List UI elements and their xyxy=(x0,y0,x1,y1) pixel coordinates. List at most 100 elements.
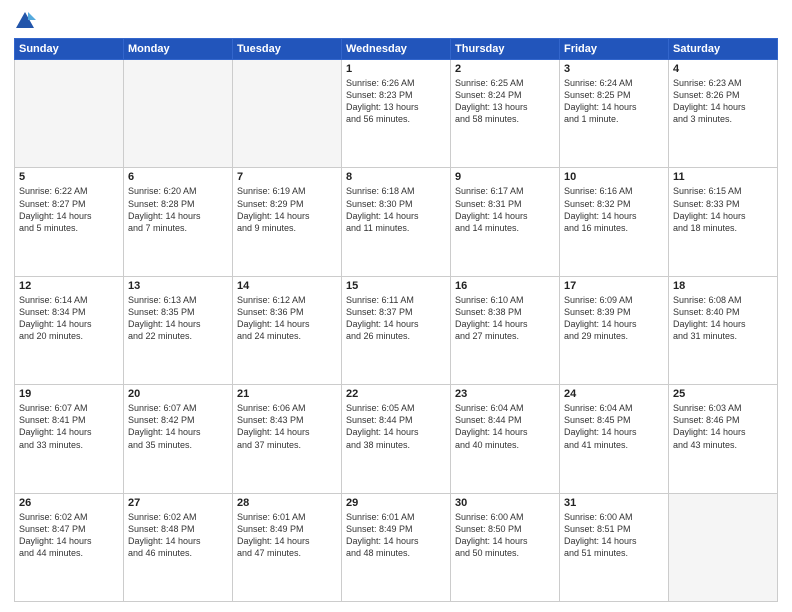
table-row: 14 Sunrise: 6:12 AM Sunset: 8:36 PM Dayli… xyxy=(233,276,342,384)
table-row: 26 Sunrise: 6:02 AM Sunset: 8:47 PM Dayli… xyxy=(15,493,124,601)
day-info: Sunrise: 6:09 AM Sunset: 8:39 PM Dayligh… xyxy=(564,294,664,343)
day-info: Sunrise: 6:07 AM Sunset: 8:42 PM Dayligh… xyxy=(128,402,228,451)
day-number: 21 xyxy=(237,388,337,400)
day-number: 27 xyxy=(128,497,228,509)
day-info: Sunrise: 6:03 AM Sunset: 8:46 PM Dayligh… xyxy=(673,402,773,451)
day-info: Sunrise: 6:11 AM Sunset: 8:37 PM Dayligh… xyxy=(346,294,446,343)
day-info: Sunrise: 6:00 AM Sunset: 8:51 PM Dayligh… xyxy=(564,511,664,560)
header-friday: Friday xyxy=(560,39,669,60)
table-row: 27 Sunrise: 6:02 AM Sunset: 8:48 PM Dayli… xyxy=(124,493,233,601)
day-info: Sunrise: 6:25 AM Sunset: 8:24 PM Dayligh… xyxy=(455,77,555,126)
day-info: Sunrise: 6:06 AM Sunset: 8:43 PM Dayligh… xyxy=(237,402,337,451)
calendar-table: Sunday Monday Tuesday Wednesday Thursday… xyxy=(14,38,778,602)
table-row: 7 Sunrise: 6:19 AM Sunset: 8:29 PM Daylig… xyxy=(233,168,342,276)
day-number: 16 xyxy=(455,280,555,292)
logo-icon xyxy=(14,10,36,32)
day-number: 9 xyxy=(455,171,555,183)
day-info: Sunrise: 6:17 AM Sunset: 8:31 PM Dayligh… xyxy=(455,185,555,234)
day-number: 11 xyxy=(673,171,773,183)
day-number: 4 xyxy=(673,63,773,75)
day-info: Sunrise: 6:13 AM Sunset: 8:35 PM Dayligh… xyxy=(128,294,228,343)
week-row: 1 Sunrise: 6:26 AM Sunset: 8:23 PM Daylig… xyxy=(15,60,778,168)
table-row: 3 Sunrise: 6:24 AM Sunset: 8:25 PM Daylig… xyxy=(560,60,669,168)
day-number: 10 xyxy=(564,171,664,183)
week-row: 26 Sunrise: 6:02 AM Sunset: 8:47 PM Dayli… xyxy=(15,493,778,601)
table-row: 30Sunrise: 6:00 AM Sunset: 8:50 PM Dayli… xyxy=(451,493,560,601)
day-info: Sunrise: 6:04 AM Sunset: 8:44 PM Dayligh… xyxy=(455,402,555,451)
table-row: 2Sunrise: 6:25 AM Sunset: 8:24 PM Daylig… xyxy=(451,60,560,168)
day-info: Sunrise: 6:07 AM Sunset: 8:41 PM Dayligh… xyxy=(19,402,119,451)
day-info: Sunrise: 6:01 AM Sunset: 8:49 PM Dayligh… xyxy=(237,511,337,560)
table-row: 20 Sunrise: 6:07 AM Sunset: 8:42 PM Dayli… xyxy=(124,385,233,493)
table-row: 24 Sunrise: 6:04 AM Sunset: 8:45 PM Dayli… xyxy=(560,385,669,493)
day-number: 20 xyxy=(128,388,228,400)
day-number: 17 xyxy=(564,280,664,292)
table-row: 13Sunrise: 6:13 AM Sunset: 8:35 PM Dayli… xyxy=(124,276,233,384)
day-info: Sunrise: 6:12 AM Sunset: 8:36 PM Dayligh… xyxy=(237,294,337,343)
table-row xyxy=(233,60,342,168)
table-row: 22 Sunrise: 6:05 AM Sunset: 8:44 PM Dayli… xyxy=(342,385,451,493)
table-row: 11 Sunrise: 6:15 AM Sunset: 8:33 PM Dayli… xyxy=(669,168,778,276)
day-info: Sunrise: 6:08 AM Sunset: 8:40 PM Dayligh… xyxy=(673,294,773,343)
day-number: 18 xyxy=(673,280,773,292)
day-info: Sunrise: 6:01 AM Sunset: 8:49 PM Dayligh… xyxy=(346,511,446,560)
table-row: 25 Sunrise: 6:03 AM Sunset: 8:46 PM Dayli… xyxy=(669,385,778,493)
logo xyxy=(14,10,40,32)
header-wednesday: Wednesday xyxy=(342,39,451,60)
table-row: 23 Sunrise: 6:04 AM Sunset: 8:44 PM Dayli… xyxy=(451,385,560,493)
table-row: 18 Sunrise: 6:08 AM Sunset: 8:40 PM Dayli… xyxy=(669,276,778,384)
week-row: 19Sunrise: 6:07 AM Sunset: 8:41 PM Dayli… xyxy=(15,385,778,493)
day-number: 25 xyxy=(673,388,773,400)
day-info: Sunrise: 6:26 AM Sunset: 8:23 PM Dayligh… xyxy=(346,77,446,126)
day-number: 3 xyxy=(564,63,664,75)
header-monday: Monday xyxy=(124,39,233,60)
day-info: Sunrise: 6:10 AM Sunset: 8:38 PM Dayligh… xyxy=(455,294,555,343)
day-number: 31 xyxy=(564,497,664,509)
day-info: Sunrise: 6:04 AM Sunset: 8:45 PM Dayligh… xyxy=(564,402,664,451)
day-info: Sunrise: 6:18 AM Sunset: 8:30 PM Dayligh… xyxy=(346,185,446,234)
table-row: 29Sunrise: 6:01 AM Sunset: 8:49 PM Dayli… xyxy=(342,493,451,601)
day-number: 5 xyxy=(19,171,119,183)
table-row: 5Sunrise: 6:22 AM Sunset: 8:27 PM Daylig… xyxy=(15,168,124,276)
week-row: 12 Sunrise: 6:14 AM Sunset: 8:34 PM Dayli… xyxy=(15,276,778,384)
table-row: 21 Sunrise: 6:06 AM Sunset: 8:43 PM Dayli… xyxy=(233,385,342,493)
day-number: 24 xyxy=(564,388,664,400)
table-row: 28 Sunrise: 6:01 AM Sunset: 8:49 PM Dayli… xyxy=(233,493,342,601)
day-number: 14 xyxy=(237,280,337,292)
day-number: 28 xyxy=(237,497,337,509)
day-info: Sunrise: 6:24 AM Sunset: 8:25 PM Dayligh… xyxy=(564,77,664,126)
day-number: 23 xyxy=(455,388,555,400)
day-info: Sunrise: 6:15 AM Sunset: 8:33 PM Dayligh… xyxy=(673,185,773,234)
day-number: 12 xyxy=(19,280,119,292)
day-info: Sunrise: 6:05 AM Sunset: 8:44 PM Dayligh… xyxy=(346,402,446,451)
day-number: 1 xyxy=(346,63,446,75)
day-info: Sunrise: 6:19 AM Sunset: 8:29 PM Dayligh… xyxy=(237,185,337,234)
day-info: Sunrise: 6:02 AM Sunset: 8:48 PM Dayligh… xyxy=(128,511,228,560)
table-row: 8 Sunrise: 6:18 AM Sunset: 8:30 PM Daylig… xyxy=(342,168,451,276)
day-info: Sunrise: 6:23 AM Sunset: 8:26 PM Dayligh… xyxy=(673,77,773,126)
table-row: 9 Sunrise: 6:17 AM Sunset: 8:31 PM Daylig… xyxy=(451,168,560,276)
header-tuesday: Tuesday xyxy=(233,39,342,60)
day-number: 30 xyxy=(455,497,555,509)
table-row xyxy=(15,60,124,168)
day-number: 15 xyxy=(346,280,446,292)
header-thursday: Thursday xyxy=(451,39,560,60)
table-row: 16 Sunrise: 6:10 AM Sunset: 8:38 PM Dayli… xyxy=(451,276,560,384)
day-info: Sunrise: 6:02 AM Sunset: 8:47 PM Dayligh… xyxy=(19,511,119,560)
day-number: 26 xyxy=(19,497,119,509)
day-number: 22 xyxy=(346,388,446,400)
day-info: Sunrise: 6:14 AM Sunset: 8:34 PM Dayligh… xyxy=(19,294,119,343)
page-header xyxy=(14,10,778,32)
table-row: 10 Sunrise: 6:16 AM Sunset: 8:32 PM Dayli… xyxy=(560,168,669,276)
day-info: Sunrise: 6:16 AM Sunset: 8:32 PM Dayligh… xyxy=(564,185,664,234)
table-row: 19Sunrise: 6:07 AM Sunset: 8:41 PM Dayli… xyxy=(15,385,124,493)
table-row: 15 Sunrise: 6:11 AM Sunset: 8:37 PM Dayli… xyxy=(342,276,451,384)
table-row: 17 Sunrise: 6:09 AM Sunset: 8:39 PM Dayli… xyxy=(560,276,669,384)
day-number: 7 xyxy=(237,171,337,183)
table-row: 31 Sunrise: 6:00 AM Sunset: 8:51 PM Dayli… xyxy=(560,493,669,601)
header-sunday: Sunday xyxy=(15,39,124,60)
header-saturday: Saturday xyxy=(669,39,778,60)
day-number: 8 xyxy=(346,171,446,183)
table-row xyxy=(669,493,778,601)
table-row xyxy=(124,60,233,168)
